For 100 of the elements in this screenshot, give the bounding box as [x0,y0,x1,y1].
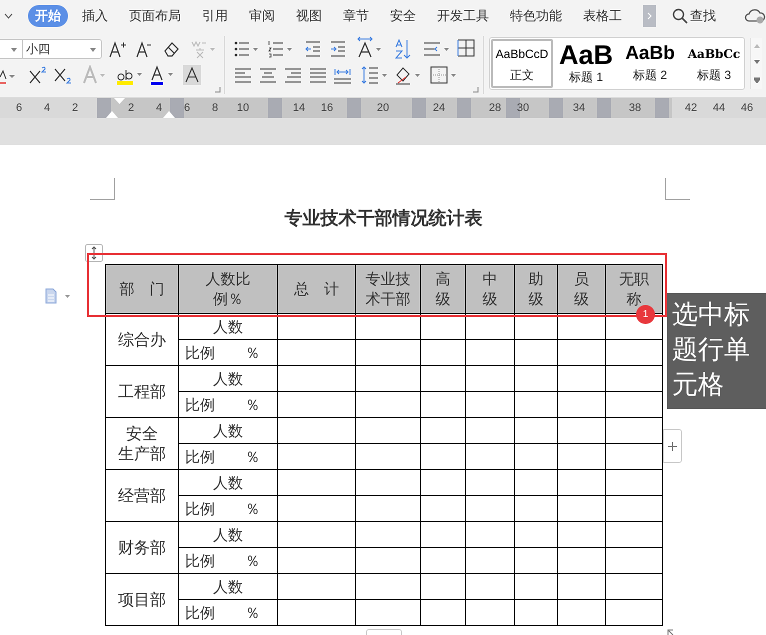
table-cell: 比例 ％ [178,392,278,418]
search-icon [672,8,688,24]
column-header: 中级 [482,269,498,309]
ruler-number: 4 [42,101,52,116]
shading-icon[interactable] [394,65,422,85]
table-cell: 人数 [178,418,278,444]
table-cell: 比例 ％ [178,340,278,366]
department-name: 工程部 [117,382,167,402]
add-column-button[interactable] [663,429,682,463]
bullet-list-icon[interactable] [234,40,258,58]
character-shading-icon[interactable] [183,65,201,85]
tab[interactable]: 视图 [295,5,323,27]
style-preset[interactable]: AaB 标题 1 [555,39,617,88]
column-header: 部 门 [118,279,166,299]
tab[interactable]: 插入 [81,5,109,27]
style-preview: AaB [558,41,613,69]
table-cell: 比例 ％ [178,444,278,470]
style-preview: AaBbCc [688,46,740,63]
style-preview: AaBb [625,42,675,66]
dialog-launcher-icon[interactable] [215,87,221,93]
font-size-field[interactable]: 小四 [22,39,102,59]
align-left-icon[interactable] [235,68,251,83]
style-label: 正文 [510,67,534,83]
sort-icon[interactable] [394,38,412,60]
eraser-icon[interactable] [162,40,180,58]
ruler-number: 30 [516,101,530,116]
align-right-icon[interactable] [285,68,301,83]
font-name-field[interactable] [0,39,23,59]
table-cell: 人数 [178,574,278,600]
text-direction-icon[interactable] [356,36,382,58]
style-preset[interactable]: AaBb 标题 2 [619,39,681,88]
grow-font-icon[interactable] [109,40,127,58]
borders-icon[interactable] [430,66,458,84]
department-name: 经营部 [117,486,167,506]
column-header: 助级 [528,269,544,309]
align-center-icon[interactable] [260,68,276,83]
ruler-number: 4 [154,101,164,116]
tab[interactable]: 特色功能 [509,5,563,27]
column-header: 人数比例％ [204,269,252,309]
style-preview: AaBbCcD [496,46,548,63]
table-cell: 人数 [178,522,278,548]
increase-indent-icon[interactable] [330,40,346,58]
department-name: 项目部 [117,590,167,610]
tab[interactable]: 页面布局 [128,5,182,27]
ruler-number: 28 [488,101,502,116]
ruler-number: 20 [376,101,390,116]
gallery-scrollbar[interactable] [750,38,762,89]
line-spacing-icon[interactable] [361,66,387,84]
column-header: 员级 [573,269,590,309]
expand-icon[interactable] [754,76,760,83]
paragraph-spacing-icon[interactable] [423,40,451,58]
style-label: 标题 1 [568,69,603,85]
table-cell: 比例 ％ [178,496,278,522]
caret-icon [11,48,17,52]
style-preset[interactable]: AaBbCcD 正文 [491,39,553,88]
ruler-number: 2 [70,101,80,116]
scroll-down-icon[interactable] [754,60,760,64]
table-border-icon[interactable] [457,39,475,57]
tab[interactable]: 引用 [201,5,229,27]
table-cell: 人数 [178,470,278,496]
ruler-number: 10 [236,101,250,116]
cloud-icon[interactable] [744,7,766,25]
ruler-number: 16 [320,101,334,116]
tab[interactable]: 表格工 [582,5,623,27]
justify-icon[interactable] [310,68,326,83]
ruler-number: 14 [292,101,306,116]
distributed-icon[interactable] [334,67,351,84]
column-header: 专业技术干部 [364,269,412,309]
ruler-number: 8 [210,101,220,116]
ruler-number: 24 [432,101,446,116]
tab[interactable]: 审阅 [248,5,276,27]
dropdown-icon[interactable] [4,13,13,19]
numbered-list-icon[interactable] [268,40,292,58]
shrink-font-icon[interactable] [136,40,152,58]
table-cell: 人数 [178,314,278,340]
tab[interactable]: 安全 [389,5,417,27]
style-preset[interactable]: AaBbCc 标题 3 [683,39,745,88]
search-button[interactable]: 查找 [672,5,716,27]
department-name: 生产部 [117,444,167,464]
ruler-number: 38 [628,101,642,116]
decrease-indent-icon[interactable] [305,40,321,58]
ruler-number: 34 [572,101,586,116]
chevron-right-icon [647,12,652,20]
document-title: 专业技术干部情况统计表 [284,207,484,231]
font-color-icon[interactable] [150,65,176,85]
tab[interactable]: 开发工具 [436,5,490,27]
column-header: 高级 [434,269,452,309]
superscript-icon[interactable] [28,65,48,85]
tab[interactable]: 章节 [342,5,370,27]
plus-icon [668,442,677,450]
style-label: 标题 2 [632,67,667,83]
ruler-number: 42 [684,101,698,116]
ruler-number: 44 [712,101,726,116]
ruler-number: 46 [740,101,754,116]
dialog-launcher-icon[interactable] [473,87,479,93]
ruler[interactable]: 6 4 2 2 4 6 8 10 14 16 20 24 28 30 34 38 42 44 46 [0,98,766,118]
table-cell: 人数 [178,366,278,392]
step-badge: 1 [636,305,655,324]
callout-label: 选中标题行单元格 [667,293,766,409]
table-cell: 比例 ％ [178,600,278,626]
